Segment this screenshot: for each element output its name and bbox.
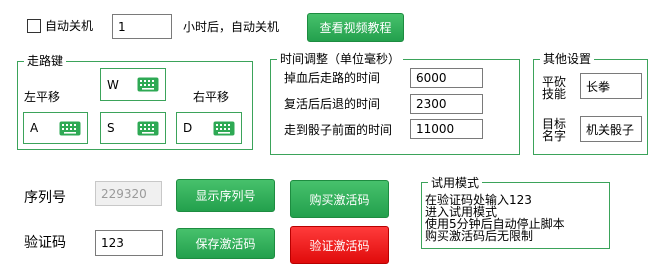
keyboard-icon — [213, 121, 235, 135]
view-tutorial-button[interactable]: 查看视频教程 — [307, 13, 404, 42]
key-down-value: S — [107, 121, 115, 135]
buy-code-button[interactable]: 购买激活码 — [290, 180, 389, 218]
timing-label-revive-back: 复活后后退的时间 — [284, 97, 381, 111]
skill-label-line2: 技能 — [542, 87, 567, 101]
skill-label: 平砍 技能 — [542, 76, 566, 100]
trial-mode-text: 在验证码处输入123 进入试用模式 使用5分钟后自动停止脚本 购买激活码后无限制 — [425, 194, 565, 242]
save-code-button[interactable]: 保存激活码 — [176, 228, 275, 259]
keyboard-icon — [137, 77, 159, 92]
target-label: 目标 名字 — [542, 118, 566, 142]
key-left-value: A — [30, 121, 39, 135]
serial-input: 229320 — [95, 181, 162, 206]
key-right-value: D — [183, 121, 193, 135]
skill-input[interactable]: 长拳 — [580, 73, 642, 99]
show-serial-button[interactable]: 显示序列号 — [176, 179, 275, 212]
keyboard-icon — [59, 121, 81, 135]
shutdown-hours-suffix: 小时后，自动关机 — [183, 20, 280, 34]
trial-mode-title: 试用模式 — [428, 175, 483, 191]
key-left-a[interactable]: A — [23, 112, 88, 144]
walk-keys-title: 走路键 — [24, 53, 67, 69]
target-label-line2: 名字 — [542, 129, 567, 143]
auto-shutdown-checkbox[interactable] — [27, 19, 41, 33]
timing-input-revive-back[interactable]: 2300 — [410, 94, 483, 114]
serial-label: 序列号 — [24, 190, 66, 206]
keyboard-icon — [137, 121, 159, 135]
left-strafe-label: 左平移 — [24, 90, 61, 104]
other-settings-title: 其他设置 — [540, 51, 595, 67]
auto-shutdown-label: 自动关机 — [45, 19, 94, 33]
timing-input-walk-dice[interactable]: 11000 — [410, 119, 483, 139]
timing-label-walk-dice: 走到骰子前面的时间 — [284, 123, 393, 137]
key-down-s[interactable]: S — [100, 112, 166, 144]
right-strafe-label: 右平移 — [193, 90, 230, 104]
timing-title: 时间调整（单位毫秒） — [277, 51, 404, 67]
key-right-d[interactable]: D — [176, 112, 242, 144]
code-input[interactable]: 123 — [95, 230, 163, 256]
trial-line-4: 购买激活码后无限制 — [425, 229, 534, 243]
shutdown-hours-input[interactable]: 1 — [112, 14, 172, 39]
code-label: 验证码 — [24, 235, 66, 251]
timing-input-hit-walk[interactable]: 6000 — [410, 68, 483, 88]
timing-label-hit-walk: 掉血后走路的时间 — [284, 71, 381, 85]
verify-code-button[interactable]: 验证激活码 — [290, 226, 389, 264]
key-up-w[interactable]: W — [100, 68, 166, 101]
target-input[interactable]: 机关骰子 — [580, 116, 642, 142]
key-up-value: W — [107, 77, 119, 92]
